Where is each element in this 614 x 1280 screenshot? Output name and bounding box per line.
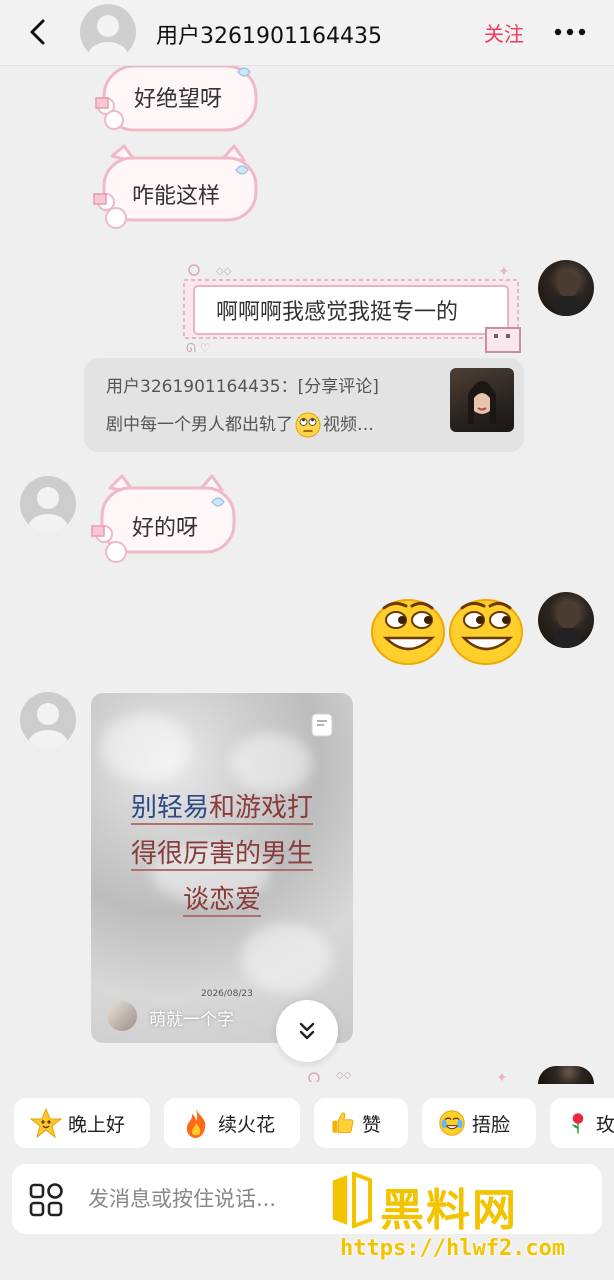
- my-avatar[interactable]: [538, 1066, 594, 1084]
- shared-comment-card[interactable]: 用户3261901164435：[分享评论] 剧中每一个男人都出轨了 视频…: [84, 358, 524, 452]
- message-text: 咋能这样: [132, 184, 221, 209]
- watermark-text: 黑料网: [380, 1185, 518, 1236]
- apps-grid-icon[interactable]: [28, 1182, 64, 1218]
- message-bubble-sent[interactable]: ◇◇ ✦ ᘏ ♡ 啊啊啊我感觉我挺专一的: [180, 262, 524, 355]
- message-input[interactable]: [88, 1182, 338, 1216]
- facepalm-icon: [439, 1110, 465, 1136]
- site-watermark: 黑料网 https://hlwf2.com: [326, 1168, 610, 1274]
- chip-label: 玫: [596, 1113, 614, 1136]
- svg-text:◇◇: ◇◇: [216, 266, 232, 277]
- thumbs-up-icon: [332, 1112, 354, 1134]
- fire-icon: [186, 1109, 206, 1138]
- message-bubble-received[interactable]: 好的呀: [88, 474, 238, 568]
- message-bubble-received[interactable]: 咋能这样: [90, 144, 262, 234]
- chip-label: 续火花: [218, 1113, 276, 1136]
- rose-icon: [572, 1113, 584, 1134]
- smirk-emoji-icon[interactable]: [368, 594, 448, 666]
- chip-label: 赞: [362, 1113, 382, 1136]
- quick-reply-chip[interactable]: 赞: [314, 1098, 408, 1148]
- svg-text:✦: ✦: [496, 1070, 508, 1082]
- video-title: 别轻易和游戏打 得很厉害的男生 谈恋爱: [91, 785, 353, 923]
- chip-label: 晚上好: [68, 1113, 126, 1136]
- chip-label: 捂脸: [472, 1113, 511, 1136]
- message-bubble-received[interactable]: 好绝望呀: [92, 62, 262, 132]
- eye-roll-emoji-icon: [295, 412, 321, 438]
- share-card-preview: 剧中每一个男人都出轨了 视频…: [106, 410, 374, 438]
- share-preview-suffix: 视频…: [323, 415, 374, 435]
- double-chevron-down-icon: [299, 1022, 315, 1040]
- video-title-part: 和游戏打: [209, 793, 314, 825]
- smirk-emoji-icon[interactable]: [446, 594, 526, 666]
- quick-reply-chip[interactable]: 捂脸: [422, 1098, 536, 1148]
- share-card-header: 用户3261901164435：[分享评论]: [106, 377, 379, 397]
- svg-text:◇◇: ◇◇: [336, 1070, 352, 1081]
- message-text: 好绝望呀: [134, 87, 223, 112]
- message-text: 好的呀: [132, 516, 199, 541]
- svg-text:ᘏ ♡: ᘏ ♡: [186, 341, 211, 354]
- video-title-line2: 得很厉害的男生: [130, 839, 313, 871]
- next-message-frame-partial: ◇◇ ✦: [308, 1070, 508, 1082]
- video-author-avatar: [107, 1001, 137, 1031]
- star-face-icon: [30, 1107, 62, 1139]
- shared-video-card[interactable]: 别轻易和游戏打 得很厉害的男生 谈恋爱 2026/08/23 萌就一个字: [91, 693, 353, 1043]
- contact-avatar[interactable]: [20, 476, 76, 532]
- my-avatar[interactable]: [538, 260, 594, 316]
- quick-reply-chip[interactable]: 晚上好: [14, 1098, 150, 1148]
- chat-header: 用户3261901164435 关注: [0, 0, 614, 66]
- back-arrow-icon[interactable]: [22, 16, 54, 48]
- more-options-icon[interactable]: [552, 18, 588, 46]
- video-date: 2026/08/23: [201, 989, 253, 999]
- watermark-url: https://hlwf2.com: [340, 1236, 566, 1261]
- share-preview-text: 剧中每一个男人都出轨了: [106, 415, 293, 435]
- video-author-name: 萌就一个字: [149, 1010, 234, 1030]
- video-title-line3: 谈恋爱: [182, 885, 261, 917]
- video-title-highlight: 别轻易: [130, 793, 209, 825]
- contact-avatar[interactable]: [20, 692, 76, 748]
- share-thumbnail: [450, 368, 514, 432]
- scroll-to-bottom-button[interactable]: [276, 1000, 338, 1062]
- follow-button[interactable]: 关注: [484, 18, 524, 47]
- quick-reply-bar: 晚上好 续火花 赞 捂脸 玫: [0, 1098, 614, 1148]
- quick-reply-chip[interactable]: 续火花: [164, 1098, 300, 1148]
- my-avatar[interactable]: [538, 592, 594, 648]
- watermark-logo-icon: [331, 1172, 372, 1228]
- contact-avatar[interactable]: [80, 4, 136, 60]
- document-icon: [311, 713, 333, 737]
- contact-name: 用户3261901164435: [156, 24, 382, 49]
- svg-text:✦: ✦: [498, 264, 510, 280]
- quick-reply-chip[interactable]: 玫: [550, 1098, 614, 1148]
- message-text: 啊啊啊我感觉我挺专一的: [216, 300, 459, 325]
